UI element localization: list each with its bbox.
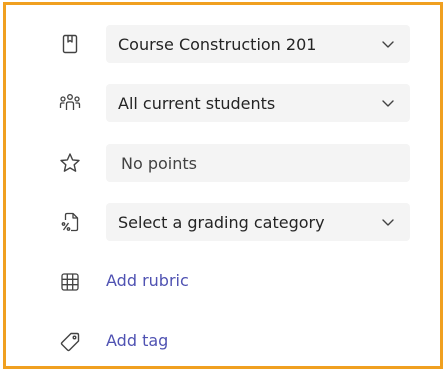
- add-tag-link[interactable]: Add tag: [106, 331, 168, 350]
- chevron-down-icon: [380, 36, 396, 52]
- grading-percent-icon: [58, 210, 82, 234]
- grading-category-dropdown-value: Select a grading category: [118, 212, 325, 232]
- add-rubric-link[interactable]: Add rubric: [106, 271, 189, 290]
- chevron-down-icon: [380, 95, 396, 111]
- points-input-placeholder: No points: [121, 153, 197, 173]
- grading-category-row: Select a grading category: [6, 203, 440, 241]
- assignment-options-panel: Course Construction 201 All current stud…: [3, 2, 443, 369]
- notebook-icon: [58, 32, 82, 56]
- points-row: No points: [6, 144, 440, 182]
- rubric-row: Add rubric: [6, 263, 440, 301]
- students-dropdown-value: All current students: [118, 93, 276, 113]
- points-input[interactable]: No points: [106, 144, 410, 182]
- students-dropdown[interactable]: All current students: [106, 84, 410, 122]
- class-row: Course Construction 201: [6, 25, 440, 63]
- class-dropdown-value: Course Construction 201: [118, 34, 317, 54]
- class-dropdown[interactable]: Course Construction 201: [106, 25, 410, 63]
- tag-icon: [58, 330, 82, 354]
- students-row: All current students: [6, 84, 440, 122]
- people-group-icon: [58, 91, 82, 115]
- grading-category-dropdown[interactable]: Select a grading category: [106, 203, 410, 241]
- tag-row: Add tag: [6, 323, 440, 361]
- table-grid-icon: [58, 270, 82, 294]
- star-icon: [58, 151, 82, 175]
- chevron-down-icon: [380, 214, 396, 230]
